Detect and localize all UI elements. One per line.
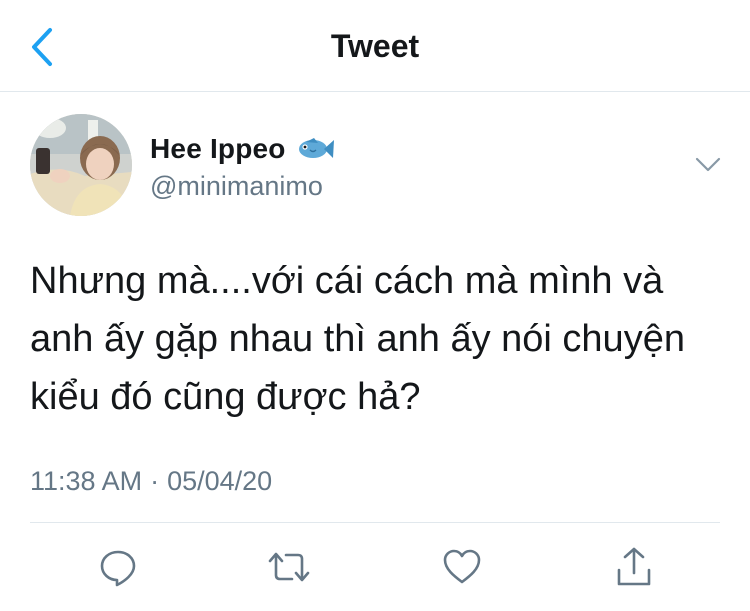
- tweet-line: anh ấy gặp nhau thì anh ấy nói chuyện: [30, 318, 685, 360]
- share-icon: [617, 547, 651, 586]
- avatar-image: [30, 114, 132, 216]
- page-title: Tweet: [330, 28, 420, 64]
- fish-emoji-icon: [298, 138, 334, 158]
- divider: [30, 522, 720, 523]
- tweet-line: kiểu đó cũng được hả?: [30, 376, 421, 418]
- tweet-body: Nhưng mà....với cái cách mà mình và anh …: [30, 252, 730, 426]
- retweet-icon: [268, 552, 310, 582]
- reply-icon: [100, 550, 136, 587]
- tweet-timestamp[interactable]: 11:38 AM · 05/04/20: [30, 466, 272, 497]
- display-name[interactable]: Hee Ippeo: [150, 133, 286, 165]
- author-handle[interactable]: @minimanimo: [150, 171, 323, 202]
- author-name-row: Hee Ippeo: [150, 133, 336, 165]
- chevron-down-icon: [695, 157, 721, 172]
- retweet-button[interactable]: [267, 545, 311, 589]
- tweet-time: 11:38 AM: [30, 466, 143, 496]
- share-button[interactable]: [612, 545, 656, 589]
- tweet-date: 05/04/20: [167, 466, 273, 496]
- timestamp-separator: ·: [150, 466, 160, 496]
- heart-icon: [443, 549, 481, 584]
- reply-button[interactable]: [96, 545, 140, 589]
- avatar[interactable]: [30, 114, 132, 216]
- more-options-button[interactable]: [692, 150, 724, 180]
- like-button[interactable]: [440, 545, 484, 589]
- tweet-line: Nhưng mà....với cái cách mà mình và: [30, 260, 664, 302]
- top-bar: Tweet: [0, 0, 750, 92]
